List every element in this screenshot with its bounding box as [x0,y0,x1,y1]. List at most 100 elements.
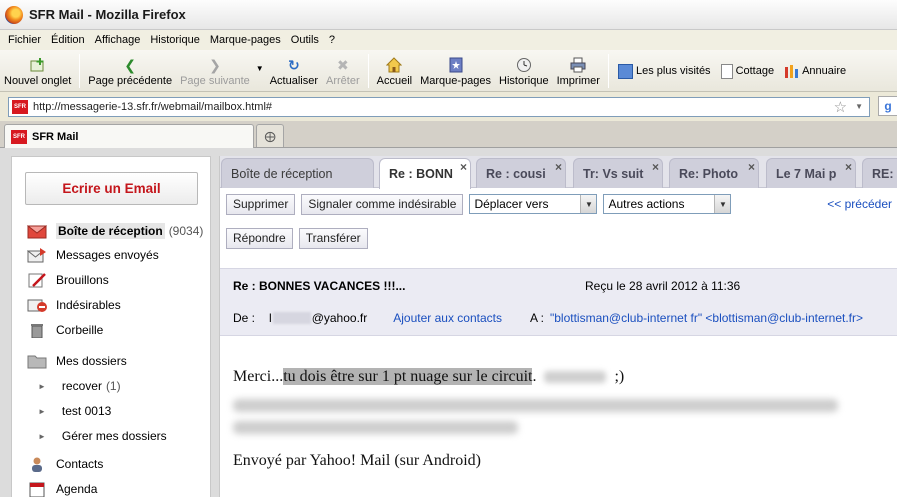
folder-spam[interactable]: Indésirables [26,295,121,315]
menu-historique[interactable]: Historique [150,34,200,46]
history-dropdown-button[interactable]: ▼ [254,49,266,91]
close-icon[interactable]: × [748,160,755,174]
back-arrow-icon: ❮ [124,56,137,73]
chevron-down-icon: ▼ [255,64,264,73]
close-icon[interactable]: × [460,160,467,174]
message-subject: Re : BONNES VACANCES !!!... [233,279,406,293]
menu-fichier[interactable]: Fichier [8,34,41,46]
bookmarks-label: Marque-pages [420,75,492,87]
inbox-count: (9034) [168,224,204,238]
bullet-arrow-icon: ► [38,381,46,391]
mail-tab[interactable]: Tr: Vs suit × [573,158,663,188]
bookmark-most-visited[interactable]: Les plus visités [617,49,711,91]
printer-icon [570,57,586,73]
manage-folders-label: Gérer mes dossiers [61,429,167,443]
bookmark-cottage[interactable]: Cottage [720,49,774,91]
trash-icon [26,322,48,338]
folder-drafts[interactable]: Brouillons [26,270,109,290]
mail-tab[interactable]: Re : cousi × [476,158,566,188]
stop-label: Arrêter [326,75,360,87]
subfolder-recover[interactable]: ► recover (1) [38,376,121,396]
reload-button[interactable]: ↻ Actualiser [266,49,322,91]
url-dropdown-icon[interactable]: ▼ [855,102,863,111]
reload-label: Actualiser [269,75,319,87]
folder-sent[interactable]: Messages envoyés [26,245,159,265]
message-from-line: De : l @yahoo.fr Ajouter aux contacts A … [233,311,863,325]
redacted-line [233,421,518,434]
browser-tab-sfr-mail[interactable]: SFR SFR Mail [4,124,254,148]
home-label: Accueil [376,75,413,87]
navigation-toolbar: Nouvel onglet ❮ Page précédente ❯ Page s… [0,50,897,92]
delete-button[interactable]: Supprimer [226,193,296,215]
body-smiley: ;) [614,368,625,385]
back-button[interactable]: ❮ Page précédente [84,49,176,91]
bookmark-annuaire[interactable]: Annuaire [784,49,846,91]
folder-trash-label: Corbeille [56,323,104,337]
toolbar-separator [79,53,81,88]
mail-tab-label: Tr: Vs suit [583,166,644,181]
folder-inbox[interactable]: Boîte de réception (9034) [26,221,203,241]
mail-tab[interactable]: RE: [862,158,897,188]
nav-agenda[interactable]: Agenda [26,479,97,497]
new-tab-label: Nouvel onglet [4,75,72,87]
url-input[interactable]: SFR http://messagerie-13.sfr.fr/webmail/… [8,96,870,117]
history-label: Historique [499,75,549,87]
menu-help[interactable]: ? [329,34,335,46]
subfolder-test-0013[interactable]: ► test 0013 [38,401,111,421]
menu-marque-pages[interactable]: Marque-pages [210,34,281,46]
redacted-block [272,312,311,324]
subfolder-test-label: test 0013 [61,404,112,418]
url-text[interactable]: http://messagerie-13.sfr.fr/webmail/mail… [33,101,834,113]
manage-folders-link[interactable]: ► Gérer mes dossiers [38,426,167,446]
inbox-icon [26,223,48,239]
bookmark-annuaire-label: Annuaire [802,65,847,77]
history-button[interactable]: Historique [495,49,553,91]
to-address[interactable]: "blottisman@club-internet fr" <blottisma… [550,311,863,325]
calendar-icon [26,481,48,497]
forward-button[interactable]: ❯ Page suivante [176,49,254,91]
compose-email-button[interactable]: Ecrire un Email [25,172,198,205]
toolbar-separator [607,53,609,88]
print-button[interactable]: Imprimer [553,49,604,91]
clock-icon [516,57,532,73]
previous-message-link[interactable]: << précéder [827,197,892,211]
contacts-label: Contacts [56,457,104,471]
forward-message-button[interactable]: Transférer [298,227,368,249]
mail-tab-label: Boîte de réception [231,166,333,181]
body-after: . [532,368,537,385]
move-to-select[interactable]: Déplacer vers ▼ [469,194,598,214]
close-icon[interactable]: × [845,160,852,174]
home-icon [386,57,403,73]
folder-my-folders[interactable]: Mes dossiers [26,351,127,371]
mail-tab-active[interactable]: Re : BONN × [379,158,471,189]
reload-icon: ↻ [287,56,300,73]
menu-edition[interactable]: Édition [51,34,85,46]
body-highlight: tu dois être sur 1 pt nuage sur le circu… [283,368,533,385]
message-signature: Envoyé par Yahoo! Mail (sur Android) [233,452,481,469]
home-button[interactable]: Accueil [373,49,416,91]
folder-trash[interactable]: Corbeille [26,320,103,340]
spam-icon [26,297,48,313]
bookmarks-button[interactable]: Marque-pages [416,49,495,91]
close-icon[interactable]: × [652,160,659,174]
other-actions-select[interactable]: Autres actions ▼ [603,194,732,214]
new-tab-plus-icon[interactable]: ⨁ [256,124,284,147]
agenda-label: Agenda [56,482,98,496]
new-tab-button[interactable]: Nouvel onglet [0,49,75,91]
nav-contacts[interactable]: Contacts [26,454,103,474]
mail-tab[interactable]: Re: Photo × [669,158,759,188]
stop-button[interactable]: ✖ Arrêter [322,49,364,91]
menu-outils[interactable]: Outils [291,34,319,46]
folder-my-folders-label: Mes dossiers [56,354,127,368]
sfr-favicon-icon: SFR [11,129,27,144]
close-icon[interactable]: × [555,160,562,174]
reply-button[interactable]: Répondre [226,227,293,249]
bookmark-star-icon[interactable]: ☆ [834,98,847,116]
mail-tab[interactable]: Le 7 Mai p × [766,158,856,188]
body-start: Merci... [233,368,284,385]
menu-affichage[interactable]: Affichage [95,34,141,46]
mail-tab-inbox[interactable]: Boîte de réception [221,158,374,188]
report-spam-button[interactable]: Signaler comme indésirable [301,193,464,215]
google-search-icon[interactable]: g [878,96,897,116]
add-to-contacts-link[interactable]: Ajouter aux contacts [393,311,502,325]
